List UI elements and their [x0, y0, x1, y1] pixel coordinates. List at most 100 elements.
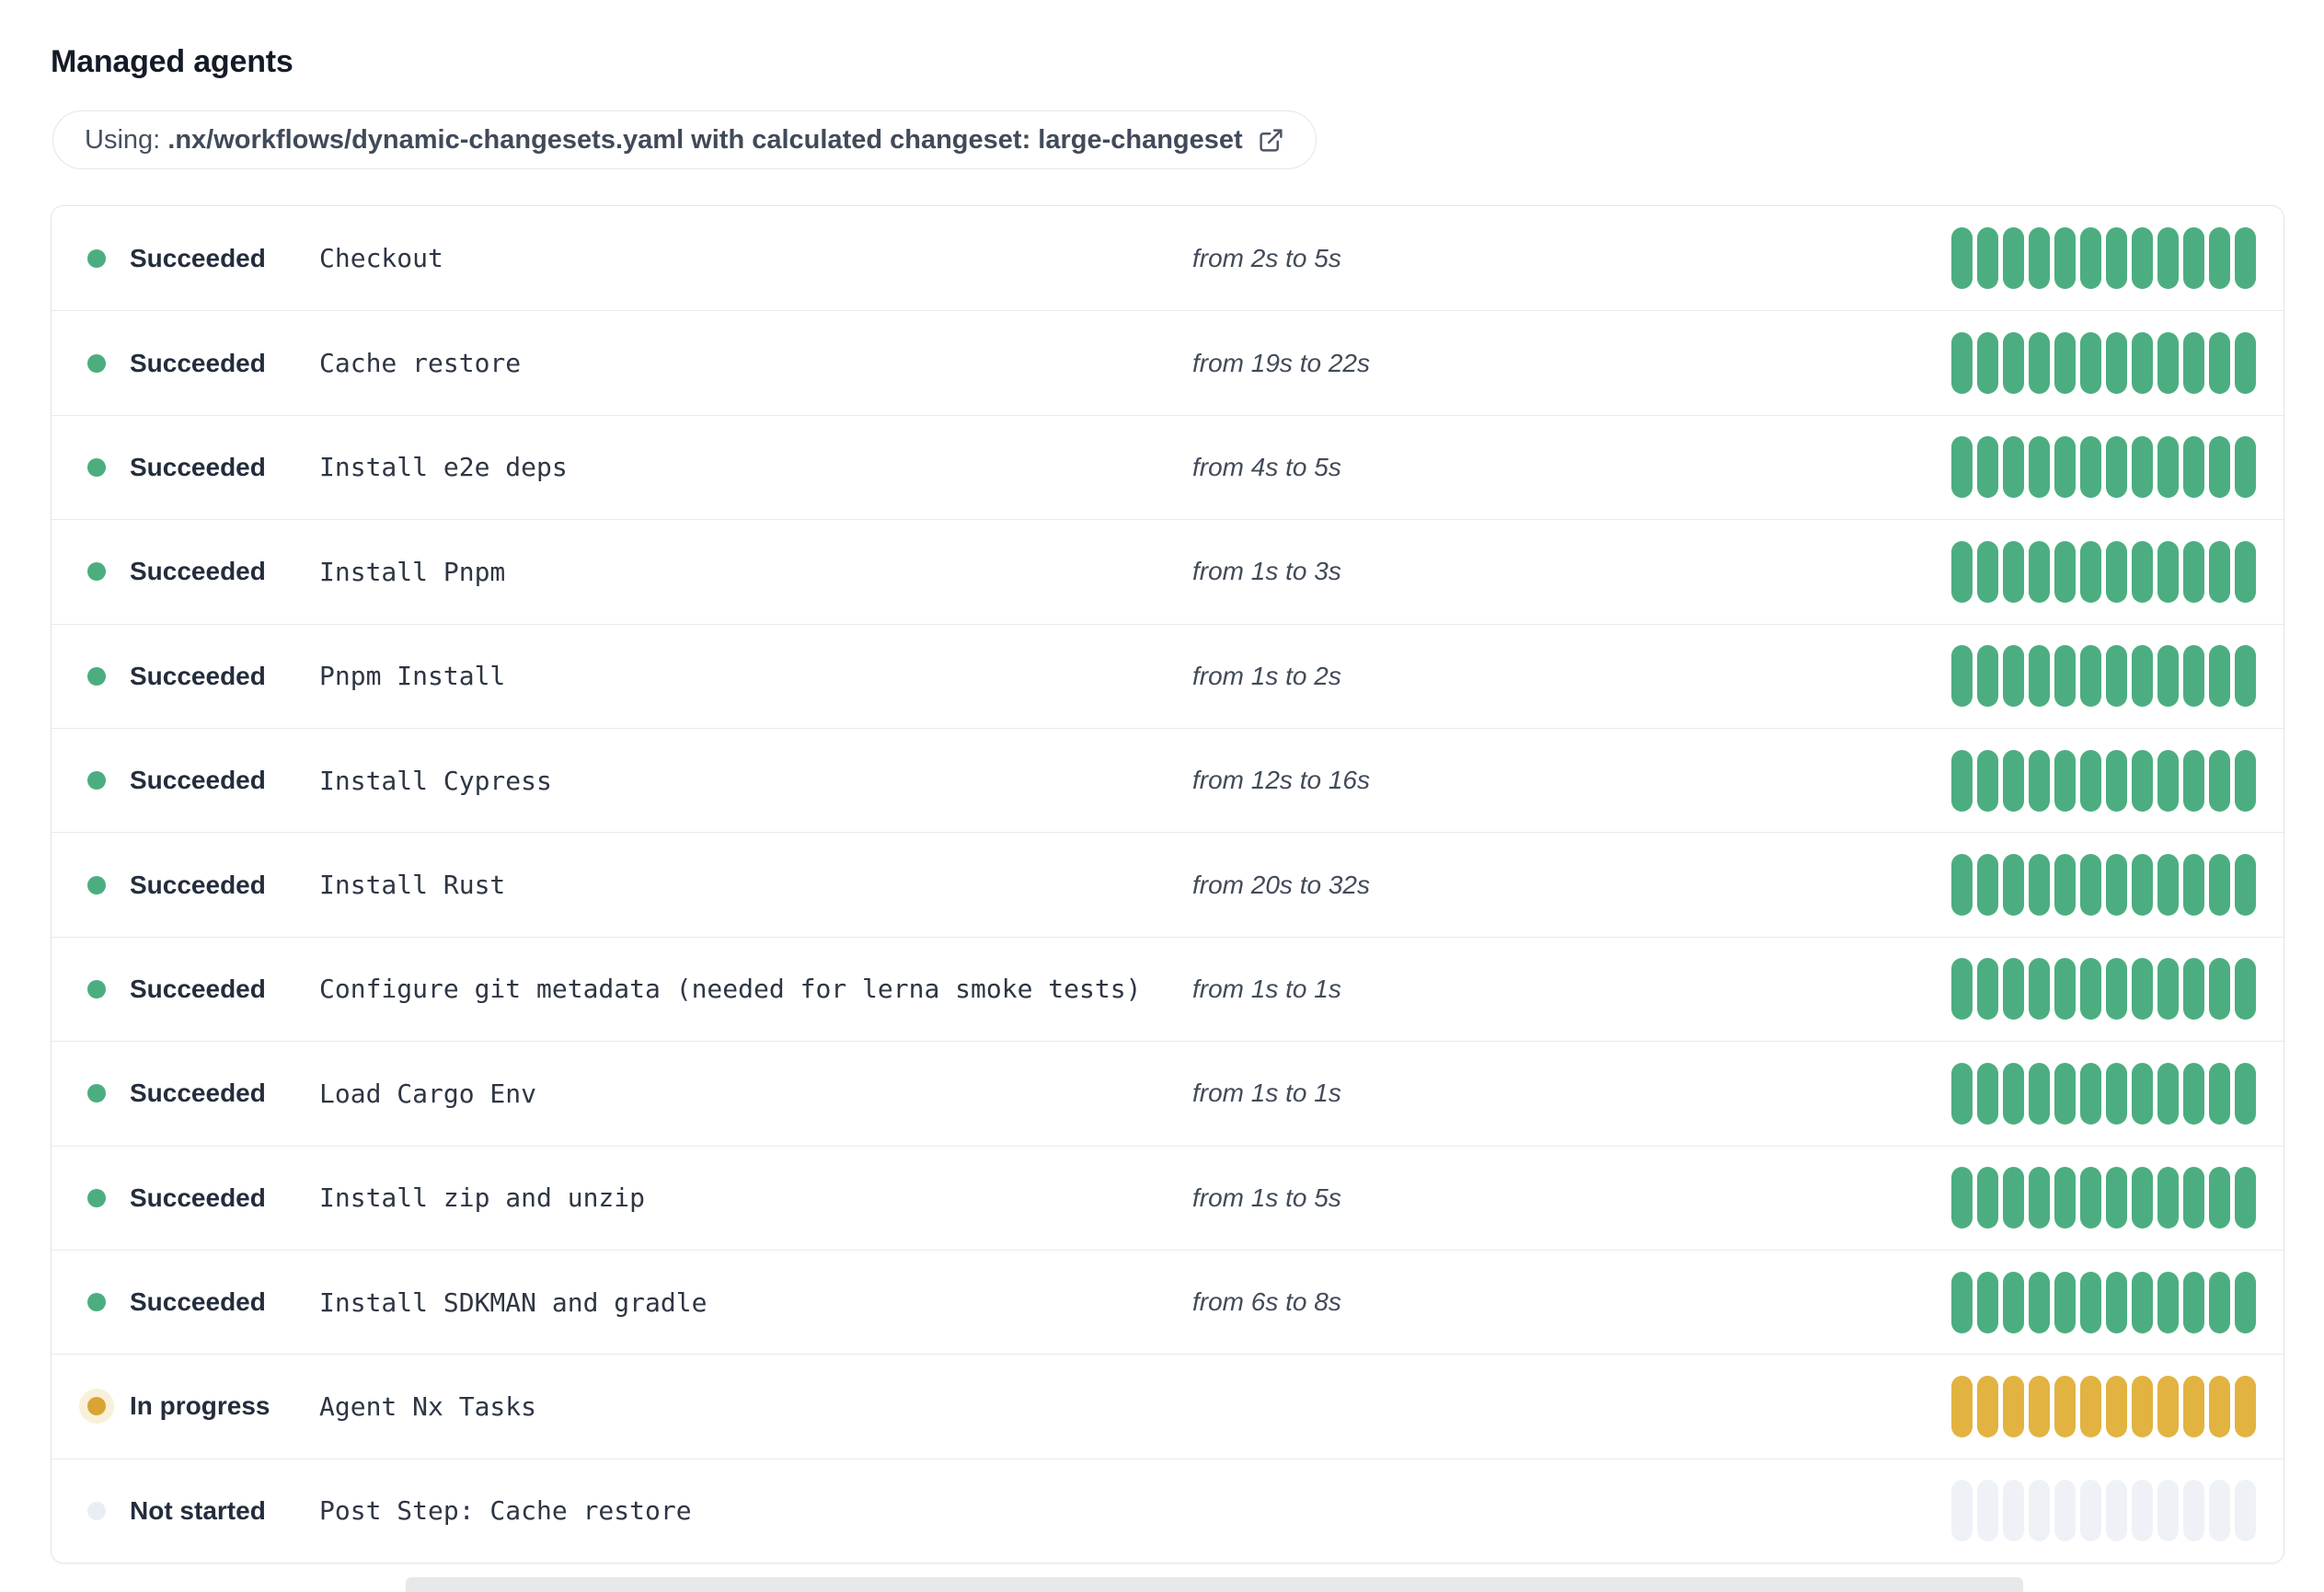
status-cell: Succeeded [87, 975, 319, 1004]
progress-bar [1951, 854, 2256, 917]
duration-range: from 1s to 2s [1192, 661, 1341, 690]
status-cell: Succeeded [87, 766, 319, 795]
duration-range: from 1s to 1s [1192, 974, 1341, 1003]
progress-segment [2054, 958, 2076, 1021]
progress-segment [1951, 436, 1973, 499]
progress-segment [2209, 749, 2230, 812]
progress-segment [2003, 1271, 2024, 1333]
progress-segment [2106, 227, 2127, 290]
status-dot [87, 1188, 106, 1207]
progress-segment [2054, 749, 2076, 812]
status-label: Succeeded [130, 1079, 266, 1108]
progress-segment [2183, 1062, 2204, 1125]
agent-step-row[interactable]: Not started Post Step: Cache restore [52, 1458, 2284, 1563]
agent-step-row[interactable]: Succeeded Install Pnpm from 1s to 3s [52, 519, 2284, 623]
progress-segment [2235, 436, 2256, 499]
progress-segment [2183, 1167, 2204, 1229]
status-dot [87, 353, 106, 373]
progress-bar [1951, 958, 2256, 1021]
progress-segment [2235, 1271, 2256, 1333]
progress-segment [2029, 1062, 2050, 1125]
progress-segment [2003, 1480, 2024, 1542]
workflow-banner[interactable]: Using: .nx/workflows/dynamic-changesets.… [52, 110, 1317, 169]
progress-segment [1977, 958, 1998, 1021]
progress-segment [2106, 1062, 2127, 1125]
progress-segment [2106, 540, 2127, 603]
progress-segment [2235, 1375, 2256, 1437]
agent-step-row[interactable]: Succeeded Install Cypress from 12s to 16… [52, 727, 2284, 832]
progress-segment [2003, 749, 2024, 812]
progress-segment [2054, 1375, 2076, 1437]
progress-segment [2209, 645, 2230, 708]
progress-segment [1977, 749, 1998, 812]
progress-segment [2054, 1271, 2076, 1333]
progress-segment [2080, 332, 2101, 395]
progress-segment [2235, 540, 2256, 603]
progress-segment [2132, 854, 2153, 917]
step-name: Checkout [319, 243, 443, 274]
progress-segment [2132, 540, 2153, 603]
agent-step-row[interactable]: Succeeded Load Cargo Env from 1s to 1s [52, 1041, 2284, 1145]
agent-step-row[interactable]: Succeeded Install Rust from 20s to 32s [52, 832, 2284, 936]
status-label: Succeeded [130, 974, 266, 1003]
status-dot [87, 666, 106, 686]
agent-step-row[interactable]: Succeeded Configure git metadata (needed… [52, 936, 2284, 1041]
status-label: In progress [130, 1391, 270, 1421]
external-link-icon[interactable] [1258, 127, 1284, 154]
progress-segment [1951, 854, 1973, 917]
status-label: Succeeded [130, 1182, 266, 1212]
progress-segment [2029, 1375, 2050, 1437]
progress-bar [1951, 1062, 2256, 1125]
progress-segment [2003, 1062, 2024, 1125]
progress-segment [2106, 1167, 2127, 1229]
progress-segment [2157, 332, 2179, 395]
agent-step-row[interactable]: Succeeded Cache restore from 19s to 22s [52, 310, 2284, 414]
agent-step-row[interactable]: Succeeded Install SDKMAN and gradle from… [52, 1249, 2284, 1354]
agent-step-row[interactable]: Succeeded Checkout from 2s to 5s [52, 206, 2284, 310]
progress-segment [1951, 1375, 1973, 1437]
progress-segment [2003, 332, 2024, 395]
progress-segment [2132, 1480, 2153, 1542]
progress-segment [2003, 1375, 2024, 1437]
duration-range: from 20s to 32s [1192, 870, 1370, 899]
status-dot [87, 1084, 106, 1103]
progress-segment [2209, 1167, 2230, 1229]
progress-segment [2106, 854, 2127, 917]
status-dot [87, 562, 106, 582]
below-card-panel-edge [406, 1577, 2023, 1592]
progress-segment [2183, 227, 2204, 290]
agent-step-row[interactable]: Succeeded Install e2e deps from 4s to 5s [52, 414, 2284, 519]
agent-step-row[interactable]: In progress Agent Nx Tasks [52, 1354, 2284, 1458]
agent-step-row[interactable]: Succeeded Install zip and unzip from 1s … [52, 1145, 2284, 1250]
progress-segment [2029, 227, 2050, 290]
progress-segment [2183, 1271, 2204, 1333]
progress-segment [2183, 1375, 2204, 1437]
step-name: Agent Nx Tasks [319, 1390, 537, 1422]
step-name: Install Pnpm [319, 556, 506, 587]
status-label: Succeeded [130, 348, 266, 377]
progress-bar [1951, 332, 2256, 395]
progress-segment [2157, 1167, 2179, 1229]
progress-segment [2209, 227, 2230, 290]
step-name: Install zip and unzip [319, 1182, 646, 1214]
progress-segment [2209, 1271, 2230, 1333]
progress-segment [2029, 958, 2050, 1021]
progress-segment [2003, 1167, 2024, 1229]
status-cell: Succeeded [87, 453, 319, 482]
progress-segment [2003, 645, 2024, 708]
progress-segment [2209, 1375, 2230, 1437]
status-cell: Not started [87, 1496, 319, 1526]
workflow-banner-prefix: Using: [85, 124, 168, 155]
progress-segment [2183, 645, 2204, 708]
progress-segment [2003, 227, 2024, 290]
status-label: Succeeded [130, 661, 266, 690]
progress-bar [1951, 227, 2256, 290]
progress-segment [1977, 645, 1998, 708]
step-name: Load Cargo Env [319, 1078, 537, 1109]
progress-segment [2029, 749, 2050, 812]
agent-step-row[interactable]: Succeeded Pnpm Install from 1s to 2s [52, 623, 2284, 728]
progress-segment [1951, 749, 1973, 812]
progress-segment [1951, 332, 1973, 395]
progress-segment [1951, 958, 1973, 1021]
progress-segment [1977, 540, 1998, 603]
